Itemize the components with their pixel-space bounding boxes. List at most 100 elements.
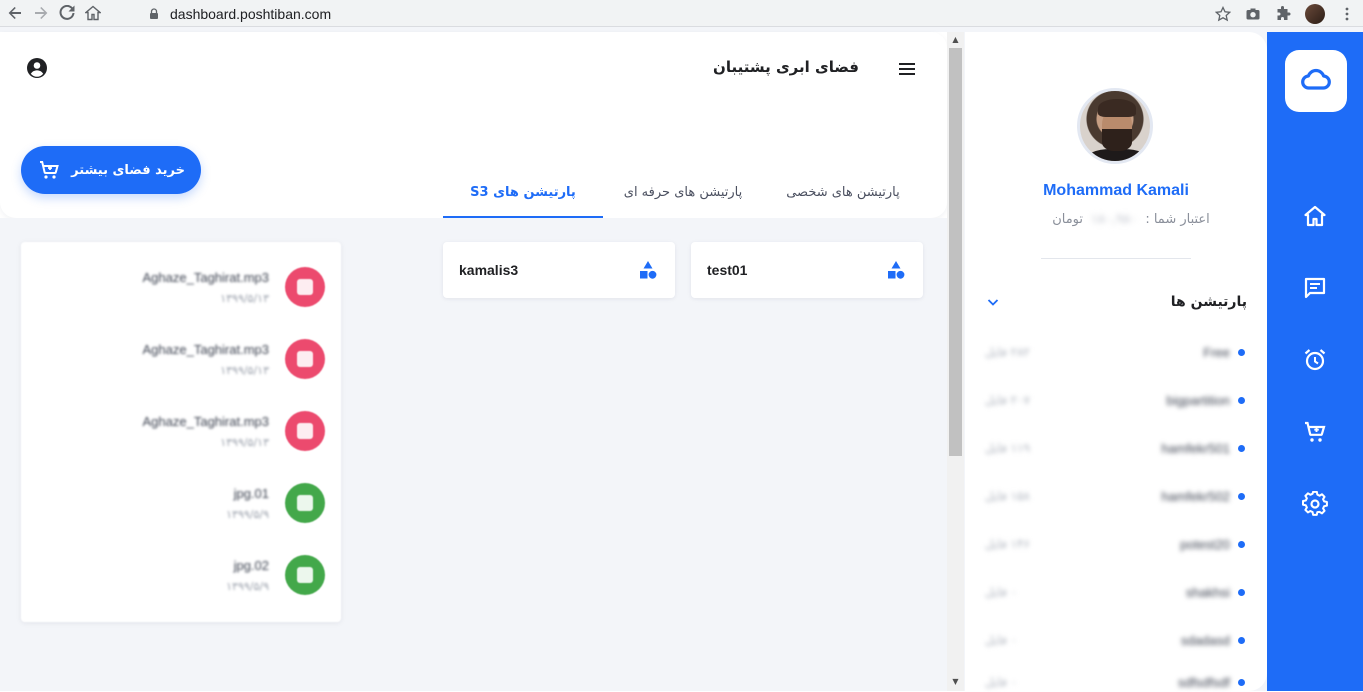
tab-professional-partitions[interactable]: پارتیشن های حرفه ای — [603, 172, 763, 218]
profile-sidebar: Mohammad Kamali اعتبار شما : ۱۸۰,۹۸۰ توم… — [965, 32, 1267, 691]
partition-name: hamfekr501 — [1161, 440, 1230, 456]
cart-icon — [40, 161, 59, 179]
file-date: ۱۳۹۹/۵/۹ — [226, 508, 269, 521]
partition-file-count: ۰ فایل — [985, 675, 1018, 689]
partition-file-count: ۰ فایل — [985, 633, 1018, 647]
partition-name: sdadasd — [1180, 632, 1230, 648]
address-bar[interactable]: dashboard.poshtiban.com — [138, 2, 1228, 25]
audio-file-icon — [285, 267, 325, 307]
bullet-dot-icon — [1238, 396, 1245, 404]
settings-gear-icon[interactable] — [1301, 490, 1329, 518]
buy-more-space-label: خرید فضای بیشتر — [71, 162, 185, 178]
credit-unit: تومان — [1052, 212, 1084, 227]
file-date: ۱۳۹۹/۵/۹ — [226, 580, 269, 593]
extensions-icon[interactable] — [1275, 5, 1291, 22]
forward-icon[interactable] — [30, 2, 52, 24]
credit-text: اعتبار شما : ۱۸۰,۹۸۰ تومان — [965, 212, 1267, 227]
bullet-dot-icon — [1238, 348, 1245, 356]
partition-card-test01[interactable]: test01 — [691, 242, 923, 298]
buy-more-space-button[interactable]: خرید فضای بیشتر — [21, 146, 201, 194]
bullet-dot-icon — [1238, 540, 1245, 548]
file-row[interactable]: jpg.02 ۱۳۹۹/۵/۹ — [21, 550, 341, 600]
bullet-dot-icon — [1238, 678, 1245, 686]
page: فضای ابری پشتیبان خرید فضای بیشتر پارتیش… — [0, 27, 1363, 691]
lock-icon — [150, 7, 158, 19]
sidebar-item-partition[interactable]: ۱۱۹ فایل hamfekr501 — [985, 438, 1245, 458]
file-row[interactable]: jpg.01 ۱۳۹۹/۵/۹ — [21, 478, 341, 528]
partition-name: potest20 — [1180, 536, 1230, 552]
partition-card-kamalis3[interactable]: kamalis3 — [443, 242, 675, 298]
file-row[interactable]: Aghaze_Taghirat.mp3 ۱۳۹۹/۵/۱۳ — [21, 262, 341, 312]
file-row[interactable]: Aghaze_Taghirat.mp3 ۱۳۹۹/۵/۱۳ — [21, 334, 341, 384]
partition-card-name: test01 — [707, 262, 748, 278]
partition-file-count: ۰ فایل — [985, 585, 1018, 599]
profile-avatar-icon[interactable] — [1305, 3, 1325, 24]
image-file-icon — [285, 555, 325, 595]
home-icon[interactable] — [82, 2, 104, 24]
partitions-title: پارتیشن ها — [1170, 294, 1247, 310]
browser-toolbar: dashboard.poshtiban.com — [0, 0, 1363, 27]
sidebar-item-partition[interactable]: ۱۵۸ فایل hamfekr502 — [985, 486, 1245, 506]
cart-icon[interactable] — [1301, 418, 1329, 446]
avatar[interactable] — [1077, 88, 1153, 164]
main-header: فضای ابری پشتیبان خرید فضای بیشتر پارتیش… — [0, 32, 947, 218]
partition-name: Free — [1203, 344, 1230, 360]
bullet-dot-icon — [1238, 444, 1245, 452]
cloud-logo-icon[interactable] — [1285, 50, 1347, 112]
partition-file-count: ۱۴۶ فایل — [985, 537, 1030, 551]
tab-personal-partitions[interactable]: پارتیشن های شخصی — [763, 172, 923, 218]
sidebar-item-partition[interactable]: ۰ فایل shakhsi — [985, 582, 1245, 602]
alarm-clock-icon[interactable] — [1301, 346, 1329, 374]
partition-file-count: ۱۵۸ فایل — [985, 489, 1030, 503]
partitions-header[interactable]: پارتیشن ها — [985, 294, 1247, 310]
image-file-icon — [285, 483, 325, 523]
sidebar-item-partition[interactable]: ۲۸۲ فایل Free — [985, 342, 1245, 362]
scroll-down-arrow-icon[interactable]: ▼ — [951, 677, 960, 686]
tab-s3-partitions[interactable]: پارتیشن های S3 — [443, 172, 603, 218]
reload-icon[interactable] — [56, 2, 78, 24]
home-icon[interactable] — [1301, 202, 1329, 230]
partition-file-count: ۲۰۷ فایل — [985, 393, 1030, 407]
shapes-icon — [640, 261, 657, 279]
partition-tabs: پارتیشن های شخصی پارتیشن های حرفه ای پار… — [443, 172, 923, 218]
bullet-dot-icon — [1238, 492, 1245, 500]
sidebar-item-partition[interactable]: ۱۴۶ فایل potest20 — [985, 534, 1245, 554]
credit-value: ۱۸۰,۹۸۰ — [1091, 212, 1138, 227]
account-circle-icon[interactable] — [26, 57, 48, 79]
bookmark-star-icon[interactable] — [1215, 5, 1231, 22]
file-name: Aghaze_Taghirat.mp3 — [142, 414, 269, 429]
user-name: Mohammad Kamali — [1043, 182, 1189, 199]
scroll-up-arrow-icon[interactable]: ▲ — [951, 35, 960, 44]
partition-card-name: kamalis3 — [459, 262, 519, 278]
partition-name: bigpartition — [1166, 392, 1230, 408]
nav-rail — [1267, 32, 1363, 691]
file-name: Aghaze_Taghirat.mp3 — [142, 270, 269, 285]
chevron-down-icon[interactable] — [985, 294, 1001, 310]
page-title: فضای ابری پشتیبان — [713, 58, 859, 76]
messages-icon[interactable] — [1301, 274, 1329, 302]
main-content: فضای ابری پشتیبان خرید فضای بیشتر پارتیش… — [0, 32, 947, 691]
back-icon[interactable] — [4, 2, 26, 24]
divider — [1041, 258, 1191, 259]
kebab-menu-icon[interactable] — [1339, 6, 1355, 22]
sidebar-item-partition[interactable]: ۲۰۷ فایل bigpartition — [985, 390, 1245, 410]
credit-label: اعتبار شما : — [1145, 212, 1210, 227]
partition-name: hamfekr502 — [1161, 488, 1230, 504]
file-date: ۱۳۹۹/۵/۱۳ — [220, 292, 269, 305]
sidebar-item-partition[interactable]: ۰ فایل sdfsdfsdf — [985, 672, 1245, 692]
file-date: ۱۳۹۹/۵/۱۳ — [220, 436, 269, 449]
file-date: ۱۳۹۹/۵/۱۳ — [220, 364, 269, 377]
hamburger-menu-icon[interactable] — [896, 58, 918, 80]
page-scrollbar[interactable]: ▲ ▼ — [947, 32, 964, 691]
recent-files-panel: Aghaze_Taghirat.mp3 ۱۳۹۹/۵/۱۳ Aghaze_Tag… — [21, 242, 341, 622]
partition-name: sdfsdfsdf — [1177, 674, 1230, 690]
file-name: jpg.01 — [233, 486, 269, 501]
audio-file-icon — [285, 411, 325, 451]
camera-icon[interactable] — [1245, 6, 1261, 22]
bullet-dot-icon — [1238, 588, 1245, 596]
file-row[interactable]: Aghaze_Taghirat.mp3 ۱۳۹۹/۵/۱۳ — [21, 406, 341, 456]
partition-file-count: ۲۸۲ فایل — [985, 345, 1030, 359]
sidebar-item-partition[interactable]: ۰ فایل sdadasd — [985, 630, 1245, 650]
partition-name: shakhsi — [1185, 584, 1230, 600]
scroll-thumb[interactable] — [949, 48, 962, 456]
